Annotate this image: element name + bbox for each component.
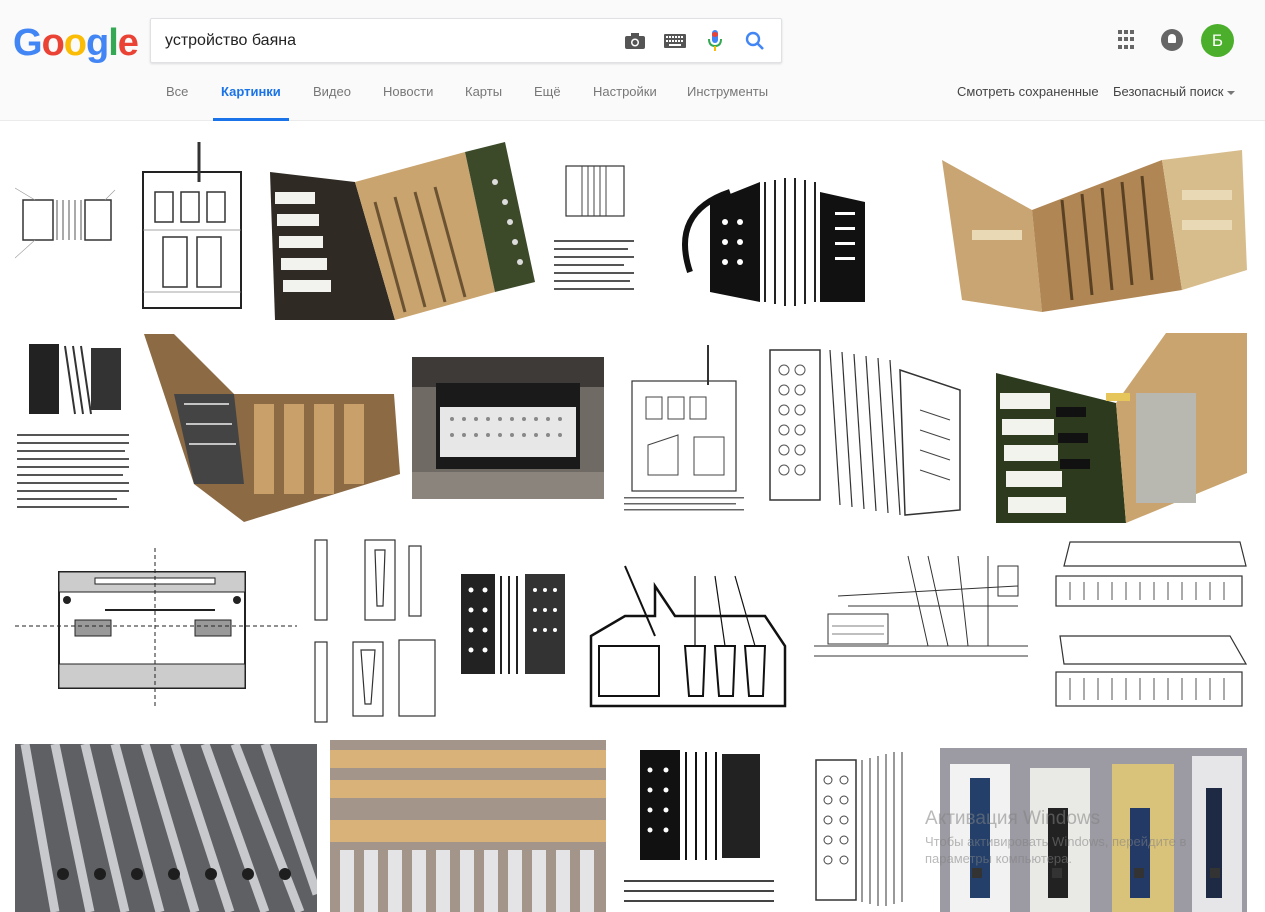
image-result[interactable] — [412, 357, 604, 499]
image-result[interactable] — [330, 740, 606, 912]
search-tabs: Все Картинки Видео Новости Карты Ещё Нас… — [0, 72, 1265, 121]
safe-search-label: Безопасный поиск — [1113, 84, 1224, 99]
image-result[interactable] — [650, 152, 914, 316]
apps-grid-icon[interactable] — [1118, 30, 1138, 50]
logo-letter: g — [86, 22, 109, 64]
header: Google Б Все Картинки Видео Новости Карт… — [0, 0, 1265, 121]
image-result[interactable] — [15, 178, 127, 274]
image-result[interactable] — [808, 536, 1034, 722]
image-result[interactable] — [618, 345, 750, 513]
logo-letter: l — [108, 22, 119, 64]
image-result[interactable] — [144, 334, 400, 522]
image-result[interactable] — [585, 546, 791, 714]
logo-letter: o — [41, 22, 65, 64]
image-result[interactable] — [133, 142, 251, 318]
search-box — [150, 18, 782, 63]
active-tab-indicator — [213, 118, 289, 121]
tab-maps[interactable]: Карты — [465, 84, 502, 99]
image-result[interactable] — [796, 740, 926, 912]
avatar[interactable]: Б — [1201, 24, 1234, 57]
keyboard-icon[interactable] — [663, 29, 687, 53]
tab-settings[interactable]: Настройки — [593, 84, 657, 99]
microphone-icon[interactable] — [703, 29, 727, 53]
notifications-icon[interactable] — [1161, 29, 1183, 51]
image-result[interactable] — [15, 538, 297, 722]
logo-letter: o — [63, 22, 87, 64]
image-result[interactable] — [265, 142, 541, 320]
tab-video[interactable]: Видео — [313, 84, 351, 99]
image-result[interactable] — [1050, 536, 1247, 718]
logo-letter: G — [13, 22, 43, 64]
image-result[interactable] — [942, 150, 1247, 312]
saved-images-link[interactable]: Смотреть сохраненные — [957, 84, 1099, 99]
image-result[interactable] — [996, 333, 1247, 523]
tab-more[interactable]: Ещё — [534, 84, 561, 99]
search-input[interactable] — [165, 19, 605, 62]
image-result[interactable] — [305, 536, 447, 726]
image-result[interactable] — [760, 330, 986, 526]
chevron-down-icon — [1227, 90, 1236, 95]
tab-news[interactable]: Новости — [383, 84, 433, 99]
logo-letter: e — [117, 22, 139, 64]
image-result[interactable] — [940, 748, 1247, 912]
image-result[interactable] — [620, 740, 780, 912]
image-result[interactable] — [15, 336, 133, 524]
safe-search-dropdown[interactable]: Безопасный поиск — [1113, 84, 1236, 99]
image-result[interactable] — [455, 566, 573, 698]
image-result[interactable] — [552, 160, 638, 300]
tab-images[interactable]: Картинки — [221, 84, 281, 99]
image-result[interactable] — [15, 744, 317, 912]
google-logo[interactable]: Google — [13, 22, 139, 65]
tab-tools[interactable]: Инструменты — [687, 84, 768, 99]
search-icon[interactable] — [743, 29, 767, 53]
tab-all[interactable]: Все — [166, 84, 188, 99]
camera-icon[interactable] — [623, 29, 647, 53]
